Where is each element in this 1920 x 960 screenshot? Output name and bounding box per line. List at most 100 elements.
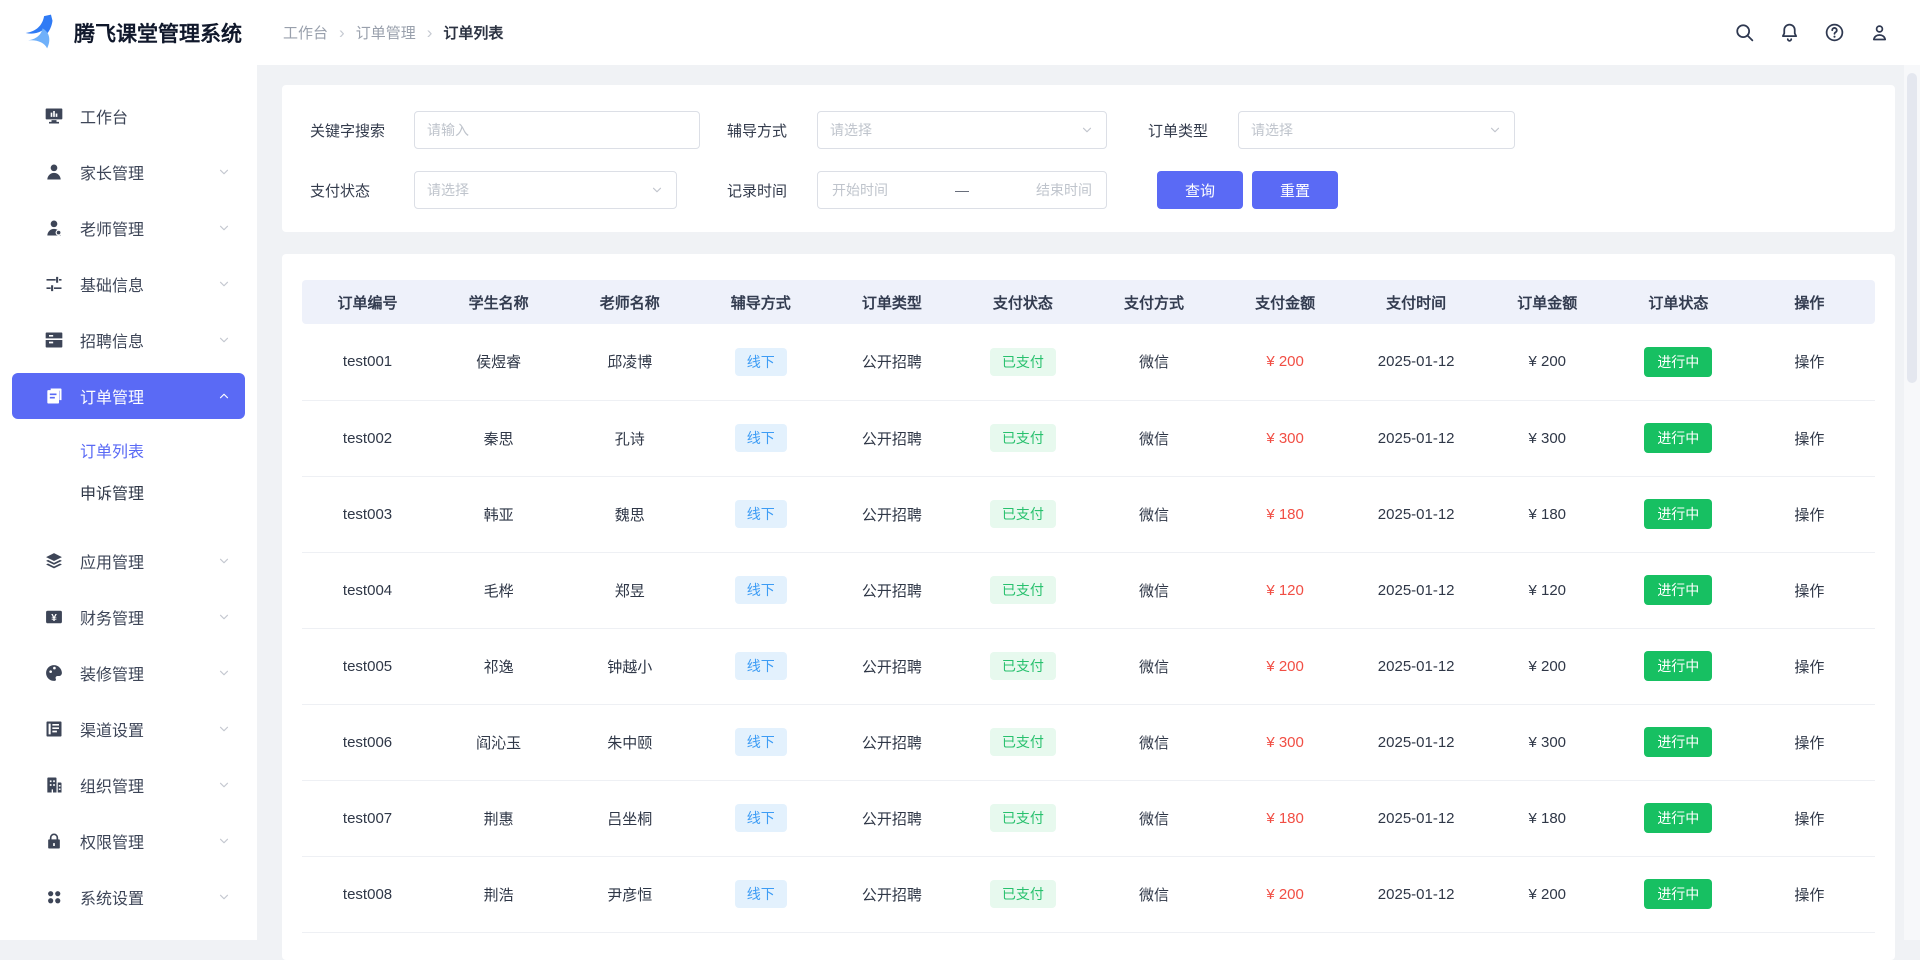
cell-order-status: 进行中 bbox=[1613, 552, 1744, 628]
sidebar-item-label: 基础信息 bbox=[80, 272, 144, 296]
chevron-down-icon bbox=[217, 722, 231, 736]
sidebar-item-system-settings[interactable]: 系统设置 bbox=[12, 874, 245, 920]
cell-order-status: 进行中 bbox=[1613, 324, 1744, 400]
scrollbar[interactable] bbox=[1904, 65, 1920, 940]
pay-status-badge: 已支付 bbox=[990, 500, 1056, 528]
layers-icon bbox=[44, 551, 64, 571]
sidebar-item-label: 渠道设置 bbox=[80, 717, 144, 741]
sidebar-subitem-order-list[interactable]: 订单列表 bbox=[0, 432, 257, 474]
chevron-down-icon bbox=[217, 554, 231, 568]
search-icon[interactable] bbox=[1734, 22, 1755, 43]
order-table-card: 订单编号学生名称老师名称辅导方式订单类型支付状态支付方式支付金额支付时间订单金额… bbox=[282, 254, 1895, 960]
pay-status-badge: 已支付 bbox=[990, 880, 1056, 908]
order-icon bbox=[44, 386, 64, 406]
sidebar-item-teacher-management[interactable]: 老师管理 bbox=[12, 205, 245, 251]
start-time-placeholder: 开始时间 bbox=[832, 180, 888, 200]
search-button[interactable]: 查询 bbox=[1157, 171, 1243, 209]
tutor-mode-label: 辅导方式 bbox=[727, 120, 817, 141]
tutor-mode-select[interactable]: 请选择 bbox=[817, 111, 1107, 149]
cell-order-type: 公开招聘 bbox=[826, 856, 957, 932]
action-link[interactable]: 操作 bbox=[1794, 735, 1824, 752]
sidebar-item-basic-info[interactable]: 基础信息 bbox=[12, 261, 245, 307]
column-header: 老师名称 bbox=[564, 280, 695, 324]
cell-order-amount: ¥ 200 bbox=[1482, 324, 1613, 400]
cell-tutor-mode: 线下 bbox=[695, 552, 826, 628]
teacher-icon bbox=[44, 218, 64, 238]
reset-button[interactable]: 重置 bbox=[1252, 171, 1338, 209]
logo[interactable]: 腾飞课堂管理系统 bbox=[0, 14, 242, 52]
scrollbar-thumb[interactable] bbox=[1907, 73, 1917, 383]
sidebar-item-label: 组织管理 bbox=[80, 773, 144, 797]
sidebar-item-label: 老师管理 bbox=[80, 216, 144, 240]
svg-text:¥: ¥ bbox=[51, 613, 57, 624]
cell-tutor-mode: 线下 bbox=[695, 476, 826, 552]
action-link[interactable]: 操作 bbox=[1794, 811, 1824, 828]
cell-pay-time: 2025-01-12 bbox=[1351, 780, 1482, 856]
cell-pay-status: 已支付 bbox=[957, 856, 1088, 932]
order-status-badge: 进行中 bbox=[1644, 347, 1712, 377]
cell-order-type: 公开招聘 bbox=[826, 628, 957, 704]
sidebar-item-organization-management[interactable]: 组织管理 bbox=[12, 762, 245, 808]
grid-dots-icon bbox=[44, 887, 64, 907]
sidebar-item-channel-settings[interactable]: 渠道设置 bbox=[12, 706, 245, 752]
sidebar-item-order-management[interactable]: 订单管理 bbox=[12, 373, 245, 419]
user-icon[interactable] bbox=[1869, 22, 1890, 43]
order-type-select[interactable]: 请选择 bbox=[1238, 111, 1515, 149]
cell-pay-status: 已支付 bbox=[957, 628, 1088, 704]
sidebar-item-app-management[interactable]: 应用管理 bbox=[12, 538, 245, 584]
order-table: 订单编号学生名称老师名称辅导方式订单类型支付状态支付方式支付金额支付时间订单金额… bbox=[302, 280, 1875, 933]
cell-order-type: 公开招聘 bbox=[826, 324, 957, 400]
help-icon[interactable] bbox=[1824, 22, 1845, 43]
order-status-badge: 进行中 bbox=[1644, 651, 1712, 681]
action-link[interactable]: 操作 bbox=[1794, 507, 1824, 524]
action-link[interactable]: 操作 bbox=[1794, 354, 1824, 371]
cell-pay-time: 2025-01-12 bbox=[1351, 476, 1482, 552]
keyword-filter: 关键字搜索 bbox=[310, 111, 727, 149]
tutor-mode-badge: 线下 bbox=[735, 424, 787, 452]
sidebar-item-recruit-info[interactable]: 招聘信息 bbox=[12, 317, 245, 363]
pay-status-badge: 已支付 bbox=[990, 424, 1056, 452]
cell-pay-status: 已支付 bbox=[957, 476, 1088, 552]
action-link[interactable]: 操作 bbox=[1794, 887, 1824, 904]
keyword-input[interactable] bbox=[414, 111, 700, 149]
breadcrumb-current: 订单列表 bbox=[443, 22, 503, 43]
pay-status-badge: 已支付 bbox=[990, 576, 1056, 604]
cell-action: 操作 bbox=[1744, 324, 1875, 400]
pay-status-select-placeholder: 请选择 bbox=[427, 180, 469, 200]
cell-student-name: 祁逸 bbox=[433, 628, 564, 704]
cell-order-no: test007 bbox=[302, 780, 433, 856]
cell-pay-method: 微信 bbox=[1088, 324, 1219, 400]
order-status-badge: 进行中 bbox=[1644, 575, 1712, 605]
sidebar-item-label: 家长管理 bbox=[80, 160, 144, 184]
cell-student-name: 毛桦 bbox=[433, 552, 564, 628]
cell-order-status: 进行中 bbox=[1613, 780, 1744, 856]
cell-pay-amount: ¥ 300 bbox=[1220, 704, 1351, 780]
sidebar-item-label: 权限管理 bbox=[80, 829, 144, 853]
pay-status-select[interactable]: 请选择 bbox=[414, 171, 677, 209]
record-time-range-picker[interactable]: 开始时间 — 结束时间 bbox=[817, 171, 1107, 209]
action-link[interactable]: 操作 bbox=[1794, 431, 1824, 448]
sidebar-item-permission-management[interactable]: 权限管理 bbox=[12, 818, 245, 864]
sidebar: 工作台家长管理老师管理基础信息招聘信息订单管理订单列表申诉管理应用管理 ¥财务管理… bbox=[0, 65, 257, 940]
chevron-down-icon bbox=[1080, 123, 1094, 137]
column-header: 支付状态 bbox=[957, 280, 1088, 324]
filter-panel: 关键字搜索 辅导方式 请选择 订单类型 请选择 支付状态 bbox=[282, 85, 1895, 232]
action-link[interactable]: 操作 bbox=[1794, 659, 1824, 676]
cell-teacher-name: 孔诗 bbox=[564, 400, 695, 476]
cell-student-name: 荆浩 bbox=[433, 856, 564, 932]
action-link[interactable]: 操作 bbox=[1794, 583, 1824, 600]
breadcrumb-link[interactable]: 工作台 bbox=[283, 22, 328, 43]
sidebar-subitem-appeal-management[interactable]: 申诉管理 bbox=[0, 474, 257, 516]
workbench-icon bbox=[44, 106, 64, 126]
parent-icon bbox=[44, 162, 64, 182]
sidebar-item-decoration-management[interactable]: 装修管理 bbox=[12, 650, 245, 696]
sidebar-item-label: 招聘信息 bbox=[80, 328, 144, 352]
pay-status-badge: 已支付 bbox=[990, 652, 1056, 680]
sidebar-item-parent-management[interactable]: 家长管理 bbox=[12, 149, 245, 195]
bell-icon[interactable] bbox=[1779, 22, 1800, 43]
cell-pay-time: 2025-01-12 bbox=[1351, 324, 1482, 400]
chevron-down-icon bbox=[217, 610, 231, 624]
sidebar-item-workbench[interactable]: 工作台 bbox=[12, 93, 245, 139]
breadcrumb-link[interactable]: 订单管理 bbox=[356, 22, 416, 43]
sidebar-item-finance-management[interactable]: ¥财务管理 bbox=[12, 594, 245, 640]
